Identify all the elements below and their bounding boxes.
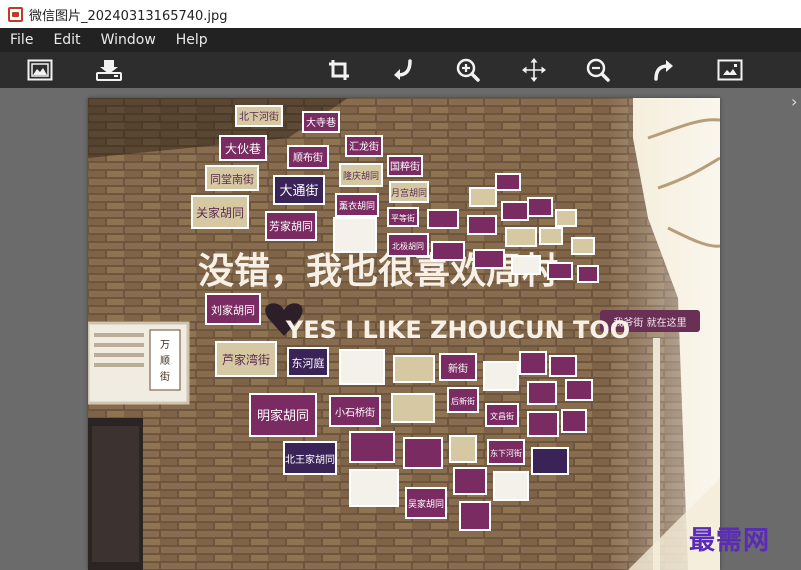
svg-text:大通街: 大通街: [279, 184, 318, 199]
toolbar: [0, 52, 801, 88]
svg-text:隆庆胡同: 隆庆胡同: [343, 170, 379, 182]
photo-canvas: 我爷街 就在这里 万 顺 街 没错，我也很喜欢周村 YES I LIKE ZHO…: [88, 98, 720, 570]
svg-text:汇龙街: 汇龙街: [349, 140, 379, 153]
svg-text:文昌街: 文昌街: [490, 411, 514, 421]
svg-text:北王家胡同: 北王家胡同: [285, 453, 335, 466]
svg-text:国粹街: 国粹街: [390, 160, 420, 173]
svg-text:刘家胡同: 刘家胡同: [211, 303, 255, 317]
rotate-left-icon: [394, 59, 412, 80]
menu-help[interactable]: Help: [166, 28, 218, 52]
title-bar: 微信图片_20240313165740.jpg: [0, 0, 801, 28]
svg-text:北极胡同: 北极胡同: [392, 241, 424, 251]
svg-text:月宫胡同: 月宫胡同: [391, 187, 427, 199]
window-title: 微信图片_20240313165740.jpg: [29, 8, 228, 24]
svg-text:小石桥街: 小石桥街: [335, 406, 375, 419]
crop-button[interactable]: [325, 56, 353, 84]
app-photo-icon: [8, 6, 23, 22]
svg-text:顺布街: 顺布街: [293, 151, 323, 164]
svg-text:芦家湾街: 芦家湾街: [222, 352, 270, 367]
crop-icon: [329, 60, 349, 80]
zoom-in-icon: [456, 58, 480, 82]
menu-file[interactable]: File: [0, 28, 43, 52]
zoom-out-icon: [586, 58, 610, 82]
fit-image-button[interactable]: [716, 56, 744, 84]
rotate-right-button[interactable]: [650, 56, 678, 84]
svg-text:新街: 新街: [448, 362, 468, 375]
rotate-left-button[interactable]: [389, 56, 417, 84]
svg-text:芳家胡同: 芳家胡同: [269, 219, 313, 233]
menu-window[interactable]: Window: [91, 28, 166, 52]
svg-text:北下河街: 北下河街: [239, 110, 279, 123]
svg-text:薰衣胡同: 薰衣胡同: [339, 200, 375, 212]
svg-text:YES I LIKE ZHOUCUN TOO: YES I LIKE ZHOUCUN TOO: [285, 316, 630, 344]
image-viewer[interactable]: › 我爷街 就在这里 万 顺 街 没错，我也很喜欢周村 YES I LIKE Z…: [0, 88, 801, 570]
svg-text:大寺巷: 大寺巷: [306, 116, 336, 129]
move-icon: [522, 58, 546, 82]
svg-text:平等街: 平等街: [391, 213, 415, 223]
save-icon: [96, 60, 122, 81]
zoom-in-button[interactable]: [454, 56, 482, 84]
app-window: 微信图片_20240313165740.jpg File Edit Window…: [0, 0, 801, 570]
chevron-right-icon[interactable]: ›: [791, 92, 801, 112]
svg-text:万: 万: [160, 340, 170, 351]
save-button[interactable]: [95, 56, 123, 84]
menu-bar: File Edit Window Help: [0, 28, 801, 52]
image-frame-button[interactable]: [26, 56, 54, 84]
svg-text:同堂南街: 同堂南街: [210, 172, 254, 186]
displayed-photo: 我爷街 就在这里 万 顺 街 没错，我也很喜欢周村 YES I LIKE ZHO…: [88, 98, 720, 570]
fit-image-icon: [717, 59, 743, 81]
svg-text:街: 街: [160, 370, 170, 383]
svg-text:后新街: 后新街: [451, 396, 475, 406]
move-button[interactable]: [520, 56, 548, 84]
svg-text:明家胡同: 明家胡同: [257, 408, 309, 424]
rotate-right-icon: [654, 60, 673, 81]
watermark-text: 最需网: [689, 526, 771, 556]
svg-text:东河庭: 东河庭: [292, 356, 325, 370]
svg-text:关家胡同: 关家胡同: [196, 205, 244, 220]
image-frame-icon: [27, 59, 53, 81]
svg-text:吴家胡同: 吴家胡同: [408, 498, 444, 510]
menu-edit[interactable]: Edit: [43, 28, 90, 52]
svg-text:顺: 顺: [160, 355, 170, 367]
svg-text:大伙巷: 大伙巷: [225, 142, 261, 156]
zoom-out-button[interactable]: [584, 56, 612, 84]
svg-text:东下河街: 东下河街: [490, 448, 522, 458]
